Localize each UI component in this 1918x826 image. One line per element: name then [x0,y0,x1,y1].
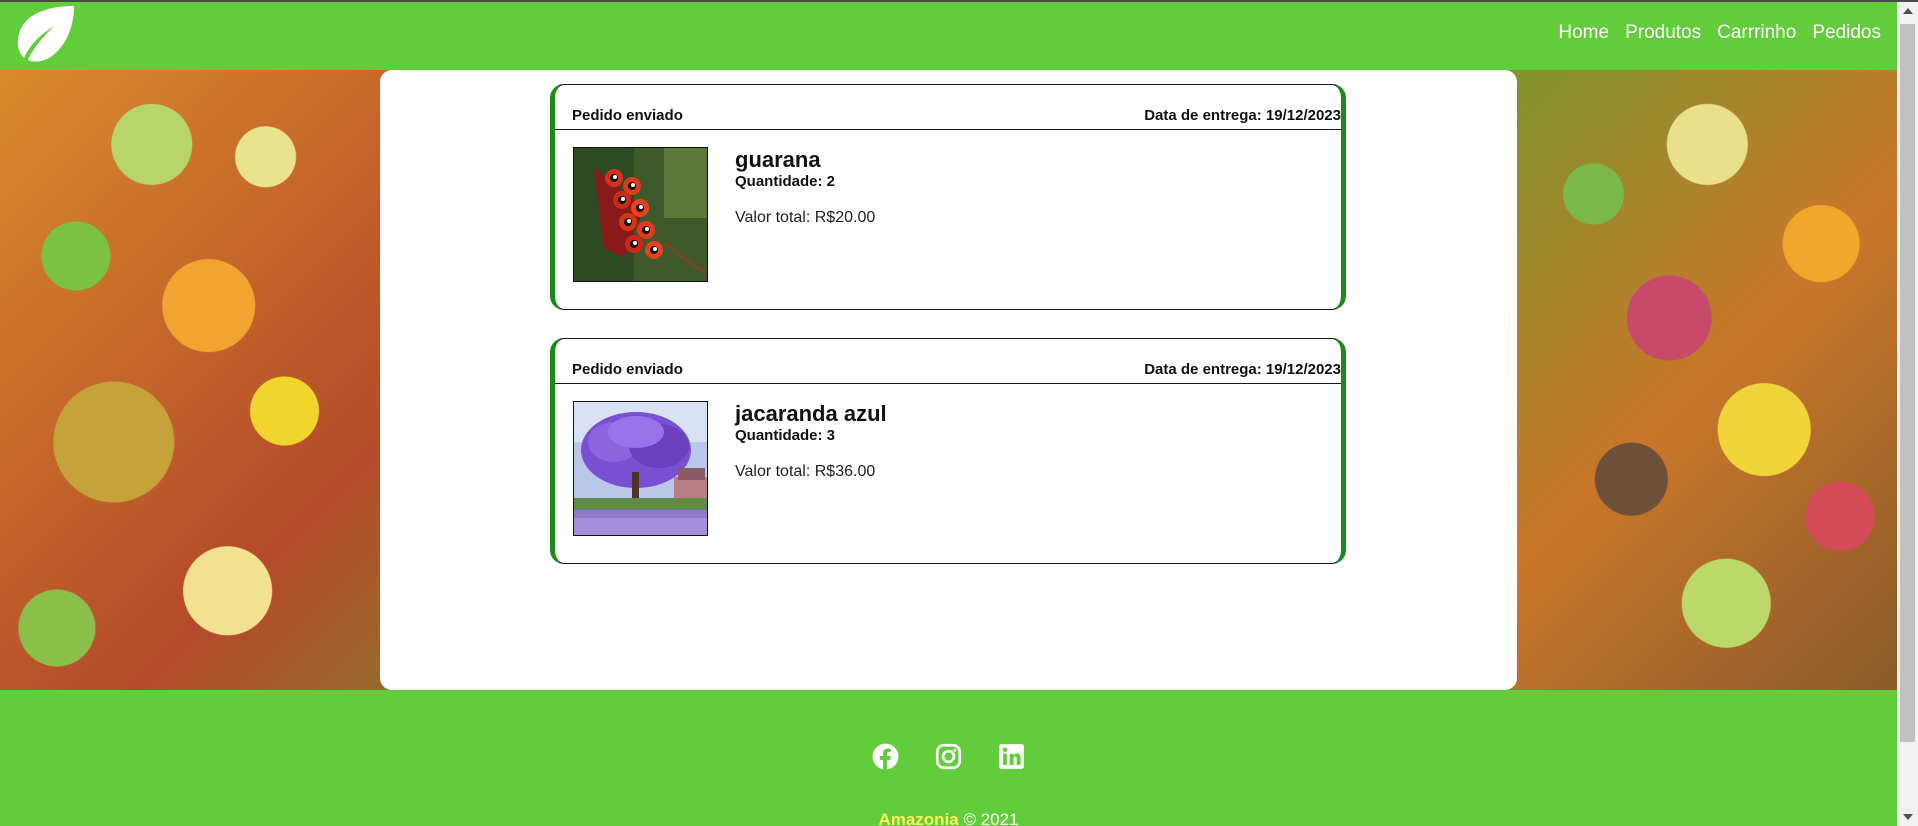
product-image-jacaranda [573,401,708,536]
product-quantity: Quantidade: 3 [735,427,836,444]
main-nav: Home Produtos Carrrinho Pedidos [1558,22,1881,44]
product-name: guarana [735,147,821,172]
order-total: Valor total: R$36.00 [735,463,876,480]
social-links [872,743,1025,770]
order-card: Pedido enviado Data de entrega: 19/12/20… [550,84,1346,310]
nav-carrinho[interactable]: Carrrinho [1717,22,1796,44]
delivery-date: Data de entrega: 19/12/2023 [1144,361,1341,378]
product-name: jacaranda azul [735,401,887,426]
brand-name: Amazonia [878,810,959,826]
order-status: Pedido enviado [572,107,683,124]
nav-home[interactable]: Home [1558,22,1609,44]
product-image-guarana [573,147,708,282]
order-header: Pedido enviado Data de entrega: 19/12/20… [555,85,1341,130]
order-status: Pedido enviado [572,361,683,378]
nav-pedidos[interactable]: Pedidos [1812,22,1881,44]
vertical-scrollbar[interactable] [1897,2,1918,826]
instagram-icon[interactable] [935,743,962,770]
scroll-up-arrow-icon[interactable] [1903,8,1913,14]
facebook-icon[interactable] [872,743,899,770]
scrollbar-thumb[interactable] [1900,24,1915,742]
product-quantity: Quantidade: 2 [735,173,836,190]
order-header: Pedido enviado Data de entrega: 19/12/20… [555,339,1341,384]
order-card: Pedido enviado Data de entrega: 19/12/20… [550,338,1346,564]
copyright-year: © 2021 [958,810,1019,826]
nav-produtos[interactable]: Produtos [1625,22,1701,44]
scroll-down-arrow-icon[interactable] [1903,814,1913,820]
copyright-text: Amazonia © 2021 [0,810,1897,826]
linkedin-icon[interactable] [998,743,1025,770]
site-header: Home Produtos Carrrinho Pedidos [0,2,1897,70]
order-total: Valor total: R$20.00 [735,209,876,226]
delivery-date: Data de entrega: 19/12/2023 [1144,107,1341,124]
leaf-icon[interactable] [14,4,76,64]
site-footer: Amazonia © 2021 [0,690,1897,826]
